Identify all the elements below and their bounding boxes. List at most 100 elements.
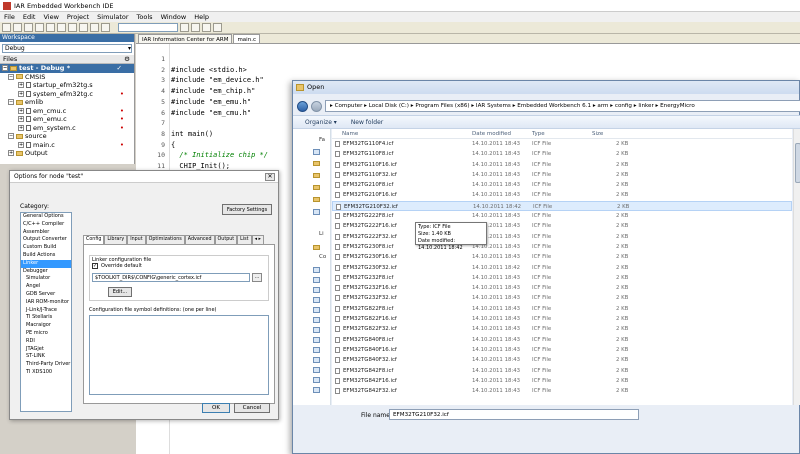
organize-button[interactable]: Organize ▾	[305, 119, 337, 126]
compile-icon[interactable]	[191, 23, 200, 32]
category-item[interactable]: RDI	[21, 338, 71, 346]
file-row[interactable]: EFM32TG222F32.icf 14.10.2011 18:43 ICF Fil…	[332, 232, 792, 242]
recent-places-icon[interactable]	[313, 209, 320, 215]
menu-help[interactable]: Help	[194, 13, 209, 21]
file-row[interactable]: EFM32TG232F32.icf 14.10.2011 18:43 ICF Fil…	[332, 293, 792, 303]
collapse-icon[interactable]: −	[8, 133, 14, 140]
category-item[interactable]: Debugger	[21, 268, 71, 276]
paste-icon[interactable]	[79, 23, 88, 32]
network-drive-icon[interactable]	[313, 297, 320, 303]
category-item[interactable]: IAR ROM-monitor	[21, 299, 71, 307]
category-item[interactable]: General Options	[21, 213, 71, 221]
tree-file-main[interactable]: + main.c •	[0, 141, 134, 150]
file-row[interactable]: EFM32TG222F8.icf 14.10.2011 18:43 ICF File…	[332, 211, 792, 221]
symbol-defs-textarea[interactable]	[89, 315, 269, 395]
file-row[interactable]: EFM32TG110F16.icf 14.10.2011 18:43 ICF Fil…	[332, 160, 792, 170]
ok-button[interactable]: OK	[202, 403, 230, 413]
column-size[interactable]: Size	[592, 131, 603, 137]
menu-file[interactable]: File	[4, 13, 15, 21]
tab-config[interactable]: Config	[83, 235, 105, 244]
expand-icon[interactable]: +	[18, 90, 24, 97]
file-row[interactable]: EFM32TG232F8.icf 14.10.2011 18:43 ICF File…	[332, 273, 792, 283]
tab-advanced[interactable]: Advanced	[184, 235, 215, 244]
drive-icon[interactable]	[313, 277, 320, 283]
redo-icon[interactable]	[101, 23, 110, 32]
breadcrumb[interactable]: ▸ Computer ▸ Local Disk (C:) ▸ Program F…	[325, 100, 800, 112]
file-row[interactable]: EFM32TG842F32.icf 14.10.2011 18:43 ICF Fil…	[332, 386, 792, 396]
expand-icon[interactable]: +	[18, 82, 24, 89]
expand-icon[interactable]: +	[8, 150, 14, 157]
browse-button[interactable]: ...	[252, 273, 262, 282]
folder-icon[interactable]	[313, 173, 320, 178]
filename-input[interactable]: EFM32TG210F32.icf	[389, 409, 639, 420]
menu-view[interactable]: View	[43, 13, 58, 21]
config-select[interactable]: Debug ▾	[2, 44, 132, 53]
factory-settings-button[interactable]: Factory Settings	[222, 204, 272, 215]
file-row[interactable]: EFM32TG230F32.icf 14.10.2011 18:42 ICF Fil…	[332, 263, 792, 273]
network-drive-icon[interactable]	[313, 357, 320, 363]
undo-icon[interactable]	[90, 23, 99, 32]
tab-output[interactable]: Output	[214, 235, 238, 244]
make-icon[interactable]	[202, 23, 211, 32]
back-arrow-icon[interactable]	[297, 100, 308, 112]
menu-edit[interactable]: Edit	[23, 13, 36, 21]
file-row[interactable]: EFM32TG210F8.icf 14.10.2011 18:43 ICF File…	[332, 180, 792, 190]
category-item[interactable]: C/C++ Compiler	[21, 221, 71, 229]
tree-folder-source[interactable]: − source	[0, 132, 134, 141]
tab-input[interactable]: Input	[127, 235, 146, 244]
file-row[interactable]: EFM32TG210F16.icf 14.10.2011 18:43 ICF Fil…	[332, 190, 792, 200]
save-icon[interactable]	[24, 23, 33, 32]
collapse-icon[interactable]: −	[8, 99, 14, 106]
category-item[interactable]: Angel	[21, 283, 71, 291]
file-row[interactable]: EFM32TG840F8.icf 14.10.2011 18:43 ICF File…	[332, 335, 792, 345]
category-item[interactable]: GDB Server	[21, 291, 71, 299]
new-folder-button[interactable]: New folder	[351, 119, 383, 126]
menu-tools[interactable]: Tools	[137, 13, 153, 21]
file-row[interactable]: EFM32TG210F32.icf 14.10.2011 18:42 ICF Fil…	[332, 200, 792, 212]
forward-arrow-icon[interactable]	[311, 100, 322, 112]
tab-main-c[interactable]: main.c	[233, 34, 260, 43]
expand-icon[interactable]: +	[18, 107, 24, 114]
column-date[interactable]: Date modified	[472, 131, 511, 137]
override-checkbox[interactable]: ✓	[92, 263, 98, 269]
category-item[interactable]: Third-Party Driver	[21, 361, 71, 369]
copy-icon[interactable]	[68, 23, 77, 32]
category-item[interactable]: Linker	[21, 259, 71, 268]
find-icon[interactable]	[180, 23, 189, 32]
nav-libraries-label[interactable]: Li	[319, 231, 324, 237]
cut-icon[interactable]	[57, 23, 66, 32]
save-all-icon[interactable]	[35, 23, 44, 32]
file-row[interactable]: EFM32TG232F16.icf 14.10.2011 18:43 ICF Fil…	[332, 283, 792, 293]
tab-info-center[interactable]: IAR Information Center for ARM	[138, 34, 233, 43]
config-path-input[interactable]: $TOOLKIT_DIR$\CONFIG\generic_cortex.icf	[92, 273, 250, 282]
tree-file-em-system[interactable]: + em_system.c •	[0, 124, 134, 133]
find-combo[interactable]	[118, 23, 178, 32]
nav-computer-label[interactable]: Co	[319, 254, 326, 260]
column-type[interactable]: Type	[532, 131, 545, 137]
folder-icon[interactable]	[313, 161, 320, 166]
folder-icon[interactable]	[313, 185, 320, 190]
file-row[interactable]: EFM32TG110F8.icf 14.10.2011 18:43 ICF File…	[332, 149, 792, 159]
category-item[interactable]: TI Stellaris	[21, 314, 71, 322]
network-drive-icon[interactable]	[313, 347, 320, 353]
edit-button[interactable]: Edit...	[108, 287, 132, 297]
category-item[interactable]: Output Converter	[21, 236, 71, 244]
drive-icon[interactable]	[313, 287, 320, 293]
folder-icon[interactable]	[313, 245, 320, 250]
folder-icon[interactable]	[313, 197, 320, 202]
tree-file-em-emu[interactable]: + em_emu.c •	[0, 115, 134, 124]
menu-window[interactable]: Window	[161, 13, 187, 21]
network-drive-icon[interactable]	[313, 327, 320, 333]
network-drive-icon[interactable]	[313, 307, 320, 313]
open-file-icon[interactable]	[13, 23, 22, 32]
menu-simulator[interactable]: Simulator	[97, 13, 128, 21]
network-drive-icon[interactable]	[313, 367, 320, 373]
file-row[interactable]: EFM32TG230F16.icf 14.10.2011 18:43 ICF Fil…	[332, 252, 792, 262]
desktop-icon[interactable]	[313, 149, 320, 155]
tab-list[interactable]: List	[237, 235, 252, 244]
menu-project[interactable]: Project	[67, 13, 89, 21]
expand-icon[interactable]: +	[18, 116, 24, 123]
file-row[interactable]: EFM32TG230F8.icf 14.10.2011 18:43 ICF File…	[332, 242, 792, 252]
category-item[interactable]: Simulator	[21, 275, 71, 283]
tree-file-em-cmu[interactable]: + em_cmu.c •	[0, 107, 134, 116]
